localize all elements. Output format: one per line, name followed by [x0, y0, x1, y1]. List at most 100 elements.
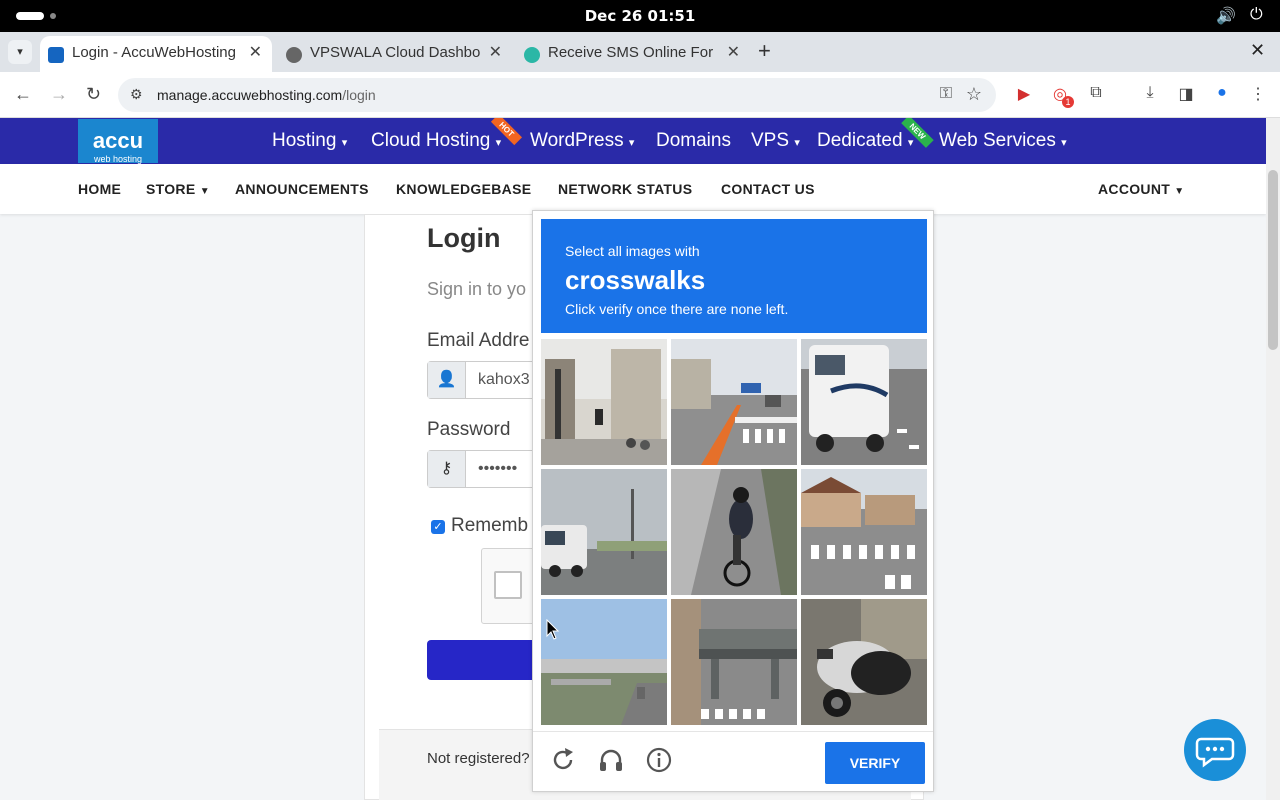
nav-label: Cloud Hosting — [371, 130, 491, 151]
subnav-label: STORE — [146, 181, 196, 197]
url-text: manage.accuwebhosting.com/login — [157, 87, 376, 103]
caret-down-icon: ▼ — [199, 186, 210, 197]
profile-avatar-icon[interactable]: ● — [1212, 84, 1232, 104]
nav-cloud-hosting[interactable]: Cloud Hosting ▾ — [371, 130, 501, 152]
browser-toolbar: ← → ↻ ⚙ manage.accuwebhosting.com/login … — [0, 72, 1280, 118]
system-top-bar: Dec 26 01:51 🔊 ⏻ — [0, 0, 1280, 32]
login-title: Login — [427, 223, 501, 253]
reload-challenge-icon[interactable] — [549, 746, 577, 774]
subnav-network-status[interactable]: NETWORK STATUS — [558, 181, 692, 197]
key-icon: ⚷ — [428, 451, 466, 487]
recaptcha-checkbox[interactable] — [494, 571, 522, 599]
subnav-knowledgebase[interactable]: KNOWLEDGEBASE — [396, 181, 531, 197]
challenge-keyword: crosswalks — [565, 265, 706, 295]
subnav-announcements[interactable]: ANNOUNCEMENTS — [235, 181, 369, 197]
email-value: kahox3 — [478, 371, 530, 388]
challenge-header: Select all images with crosswalks Click … — [541, 219, 927, 333]
tab-login-accuwebhosting[interactable]: Login - AccuWebHosting ✕ — [40, 36, 272, 72]
info-icon[interactable] — [645, 746, 673, 774]
captcha-tile-3[interactable] — [801, 339, 927, 465]
audio-challenge-headphones-icon[interactable] — [597, 746, 625, 774]
download-icon[interactable]: ⤓ — [1140, 84, 1160, 104]
not-registered-text: Not registered? — [427, 750, 530, 767]
mouse-pointer-icon — [546, 619, 560, 640]
extension-badge-count: 1 — [1062, 96, 1074, 108]
window-close-icon[interactable]: ✕ — [1250, 40, 1265, 61]
browser-menu-icon[interactable]: ⋮ — [1248, 84, 1268, 104]
captcha-tile-9[interactable] — [801, 599, 927, 725]
captcha-tile-2[interactable] — [671, 339, 797, 465]
close-tab-icon[interactable]: ✕ — [249, 42, 262, 62]
remember-me-label: Rememb — [451, 515, 529, 536]
nav-label: Dedicated — [817, 130, 903, 151]
tab-receive-sms[interactable]: Receive SMS Online For ✕ — [516, 36, 750, 72]
recaptcha-challenge: Select all images with crosswalks Click … — [532, 210, 934, 792]
bookmark-star-icon[interactable]: ☆ — [966, 84, 982, 105]
browser-tab-strip: ▾ Login - AccuWebHosting ✕ VPSWALA Cloud… — [0, 32, 1280, 72]
challenge-instruction: Select all images with — [565, 243, 700, 259]
caret-down-icon: ▼ — [1174, 186, 1185, 197]
new-tab-plus-icon[interactable]: + — [758, 38, 771, 64]
chevron-down-icon: ▾ — [1061, 137, 1067, 149]
back-arrow-icon[interactable]: ← — [14, 84, 32, 105]
globe-favicon-icon — [286, 47, 302, 63]
tab-vpswala[interactable]: VPSWALA Cloud Dashbo ✕ — [278, 36, 512, 72]
password-value: ••••••• — [478, 460, 518, 477]
main-navigation: accu web hosting Hosting ▾ Cloud Hosting… — [0, 118, 1266, 164]
close-tab-icon[interactable]: ✕ — [489, 42, 502, 62]
close-tab-icon[interactable]: ✕ — [727, 42, 740, 62]
reload-icon[interactable]: ↻ — [86, 84, 101, 105]
url-host: manage.accuwebhosting.com — [157, 87, 343, 103]
power-icon[interactable]: ⏻ — [1250, 6, 1263, 24]
client-area-navigation: HOME STORE ▼ ANNOUNCEMENTS KNOWLEDGEBASE… — [0, 164, 1266, 214]
address-bar[interactable]: ⚙ manage.accuwebhosting.com/login ⚿ ☆ — [118, 78, 996, 112]
system-clock[interactable]: Dec 26 01:51 — [0, 7, 1280, 25]
password-key-icon[interactable]: ⚿ — [940, 85, 952, 103]
nav-dedicated[interactable]: Dedicated ▾ — [817, 130, 913, 152]
captcha-tile-5[interactable] — [671, 469, 797, 595]
subnav-home[interactable]: HOME — [78, 181, 121, 197]
subnav-store[interactable]: STORE ▼ — [146, 181, 210, 197]
nav-label: VPS — [751, 130, 790, 151]
subnav-account[interactable]: ACCOUNT ▼ — [1098, 181, 1185, 197]
captcha-tile-4[interactable] — [541, 469, 667, 595]
sms-favicon-icon — [524, 47, 540, 63]
nav-label: WordPress — [530, 130, 624, 151]
captcha-tile-1[interactable] — [541, 339, 667, 465]
tab-search-chevron-icon[interactable]: ▾ — [8, 40, 32, 64]
volume-icon[interactable]: 🔊 — [1216, 6, 1236, 26]
captcha-tile-8[interactable] — [671, 599, 797, 725]
live-chat-button[interactable] — [1184, 719, 1246, 781]
captcha-tile-7[interactable] — [541, 599, 667, 725]
nav-label: Web Services — [939, 130, 1056, 151]
remember-me-checkbox[interactable]: ✓ — [431, 520, 445, 534]
accuweb-logo[interactable]: accu web hosting — [78, 119, 158, 164]
tab-title: Receive SMS Online For — [548, 44, 714, 61]
captcha-tile-6[interactable] — [801, 469, 927, 595]
nav-web-services[interactable]: Web Services ▾ — [939, 130, 1067, 152]
nav-domains[interactable]: Domains — [656, 130, 731, 152]
chevron-down-icon: ▾ — [495, 137, 502, 149]
site-info-icon[interactable]: ⚙ — [130, 86, 143, 103]
chevron-down-icon: ▾ — [628, 137, 635, 149]
challenge-hint: Click verify once there are none left. — [565, 301, 789, 317]
challenge-footer: VERIFY — [533, 731, 933, 791]
email-label: Email Addre — [427, 330, 530, 351]
nav-vps[interactable]: VPS ▾ — [751, 130, 800, 152]
chevron-down-icon: ▾ — [907, 137, 914, 149]
side-panel-icon[interactable]: ◨ — [1176, 84, 1196, 104]
user-icon: 👤 — [428, 362, 466, 398]
nav-hosting[interactable]: Hosting ▾ — [272, 130, 347, 152]
verify-button[interactable]: VERIFY — [825, 742, 925, 784]
scrollbar-thumb[interactable] — [1268, 170, 1278, 350]
page-scrollbar[interactable] — [1266, 118, 1280, 800]
chat-bubble-icon — [1195, 737, 1235, 768]
extension-red-icon[interactable]: ▶ — [1014, 84, 1034, 104]
subnav-label: ACCOUNT — [1098, 181, 1171, 197]
subnav-contact-us[interactable]: CONTACT US — [721, 181, 815, 197]
extensions-puzzle-icon[interactable]: ⧉ — [1086, 84, 1106, 104]
chevron-down-icon: ▾ — [341, 137, 348, 149]
nav-wordpress[interactable]: WordPress ▾ — [530, 130, 634, 152]
forward-arrow-icon[interactable]: → — [50, 84, 68, 105]
chevron-down-icon: ▾ — [794, 137, 800, 149]
